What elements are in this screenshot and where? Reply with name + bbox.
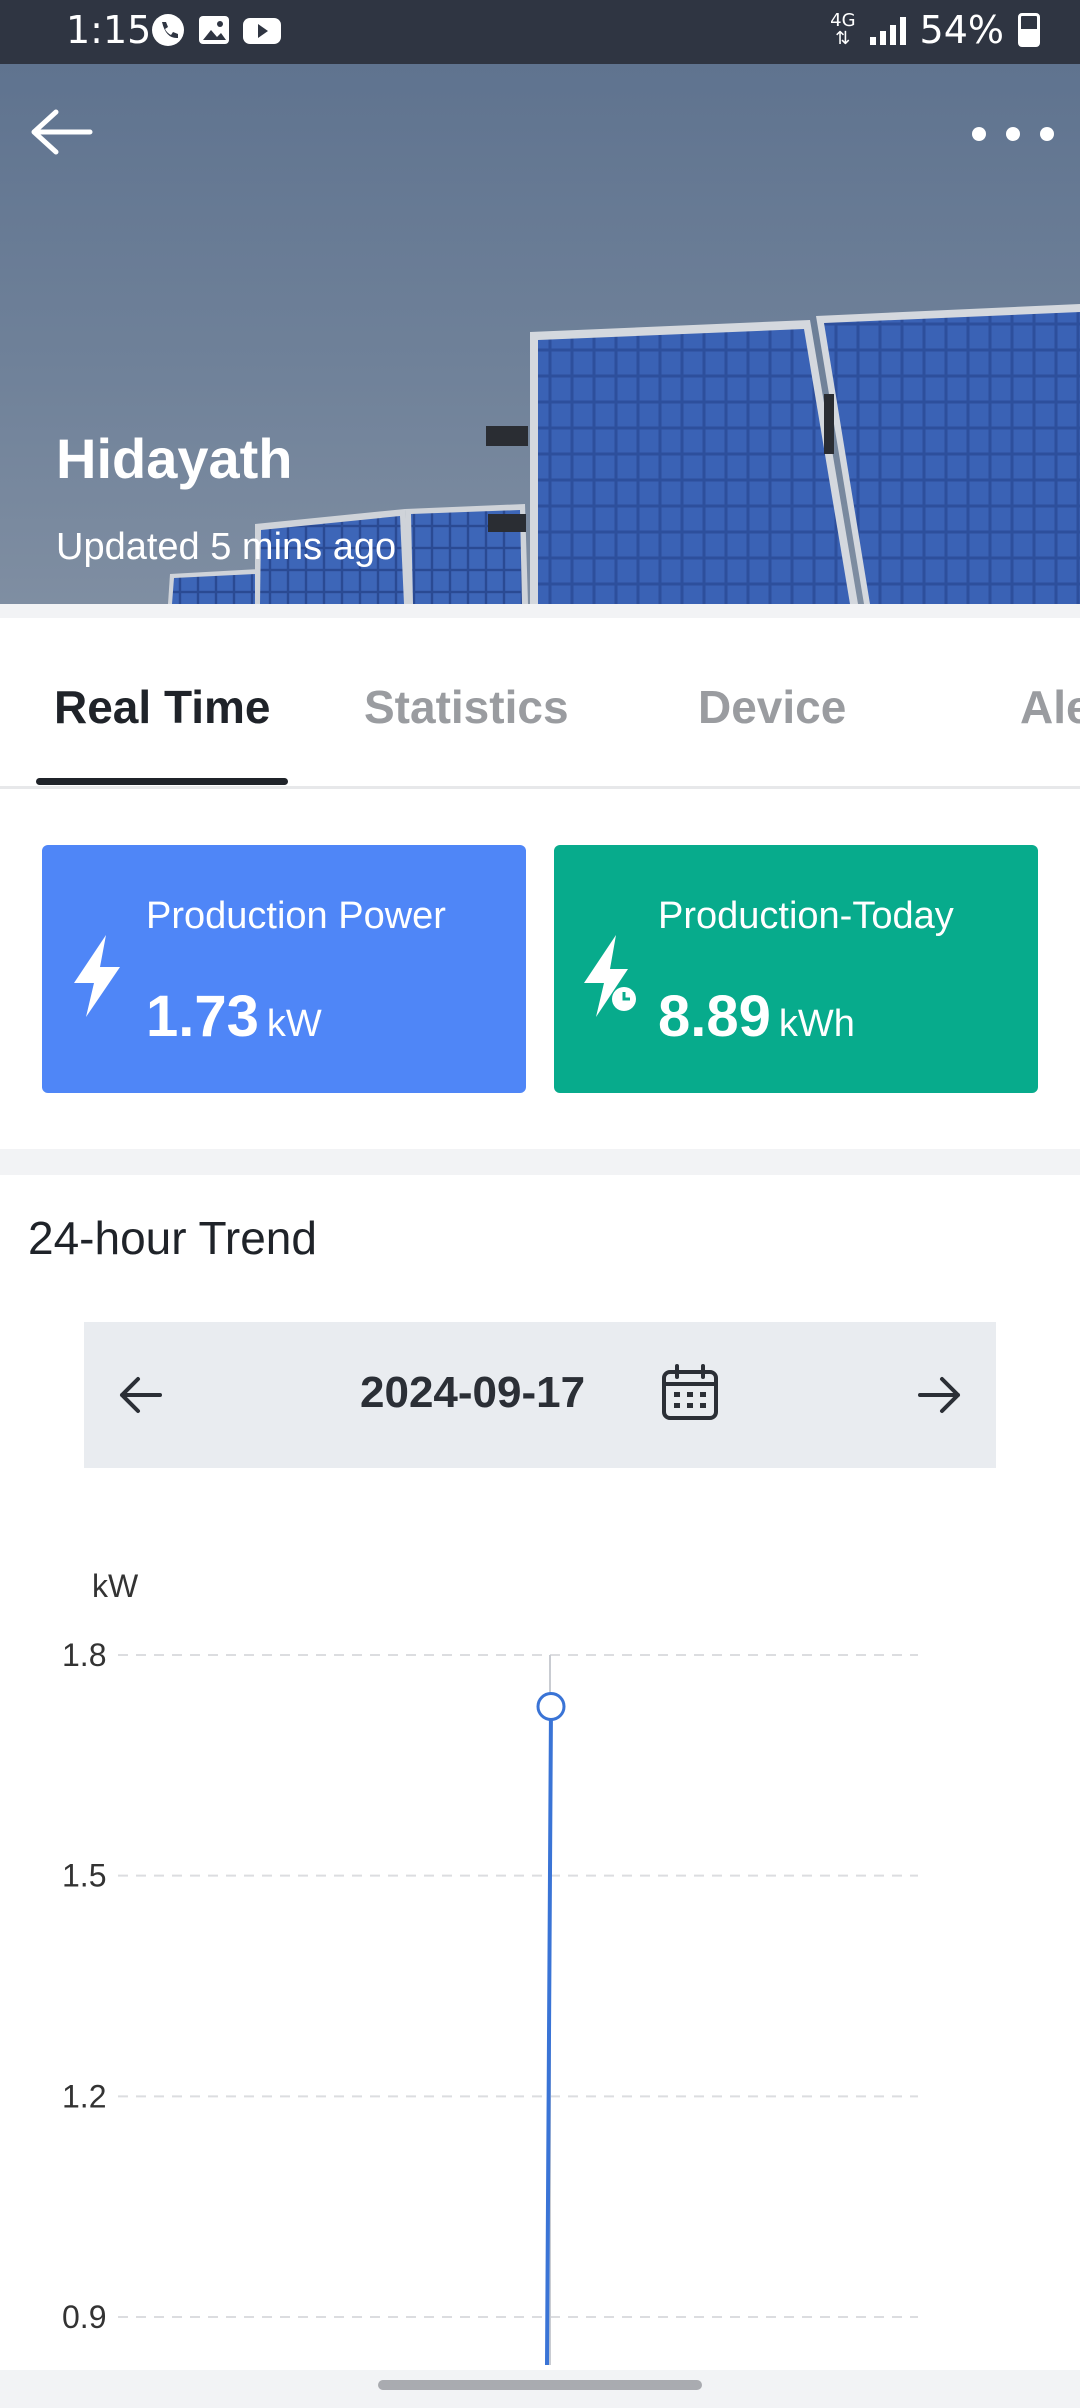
tab-real-time[interactable]: Real Time [54, 680, 270, 734]
production-today-label: Production-Today [658, 895, 954, 937]
data-point-marker[interactable] [536, 1691, 566, 1721]
battery-percent: 54% [919, 8, 1004, 52]
production-power-number: 1.73 [146, 984, 259, 1049]
active-tab-indicator [36, 778, 288, 785]
y-tick-label: 1.5 [62, 1858, 106, 1894]
tab-bar: Real Time Statistics Device Ale [0, 618, 1080, 789]
solar-panels-image [168, 304, 1080, 604]
tab-statistics[interactable]: Statistics [364, 680, 569, 734]
more-options-icon[interactable] [972, 120, 1054, 148]
network-type: 4G ⇅ [830, 10, 856, 49]
plant-name: Hidayath [56, 427, 293, 490]
image-icon [199, 16, 229, 44]
back-arrow-icon[interactable] [28, 104, 94, 160]
plant-hero-banner: Hidayath Updated 5 mins ago [0, 64, 1080, 604]
status-bar: 1:15 4G ⇅ 54% [0, 0, 1080, 64]
production-power-card[interactable]: Production Power 1.73 kW [42, 845, 526, 1093]
production-today-card[interactable]: Production-Today 8.89 kWh [554, 845, 1038, 1093]
last-updated: Updated 5 mins ago [56, 526, 397, 568]
production-power-value: 1.73 kW [146, 983, 322, 1050]
production-power-unit: kW [266, 1003, 322, 1045]
status-right: 4G ⇅ 54% [830, 8, 1040, 52]
lightning-clock-icon [584, 935, 636, 1017]
trend-chart: kW 1.8 1.5 1.2 0.9 [62, 1568, 918, 2366]
production-power-label: Production Power [146, 895, 446, 937]
signal-icon [869, 15, 906, 45]
battery-icon [1018, 13, 1040, 47]
production-today-number: 8.89 [658, 984, 771, 1049]
y-tick-label: 0.9 [62, 2299, 106, 2335]
y-axis-unit-label: kW [92, 1568, 139, 1604]
production-today-value: 8.89 kWh [658, 983, 855, 1050]
phone-icon [152, 14, 184, 46]
notification-icons [150, 12, 282, 48]
summary-cards: Production Power 1.73 kW Production-Today… [0, 789, 1080, 1149]
y-tick-label: 1.8 [62, 1637, 106, 1673]
youtube-icon [243, 18, 281, 44]
status-time: 1:15 [66, 8, 152, 52]
tab-alerts[interactable]: Ale [1020, 680, 1080, 734]
home-indicator[interactable] [378, 2380, 702, 2390]
tab-device[interactable]: Device [698, 680, 846, 734]
production-today-unit: kWh [778, 1003, 855, 1045]
y-tick-label: 1.2 [62, 2078, 106, 2114]
lightning-icon [74, 935, 120, 1017]
network-label: 4G [830, 10, 856, 31]
trend-section: 24-hour Trend 2024-09-17 kW 1.8 1.5 1.2 0.9 [0, 1175, 1080, 2370]
